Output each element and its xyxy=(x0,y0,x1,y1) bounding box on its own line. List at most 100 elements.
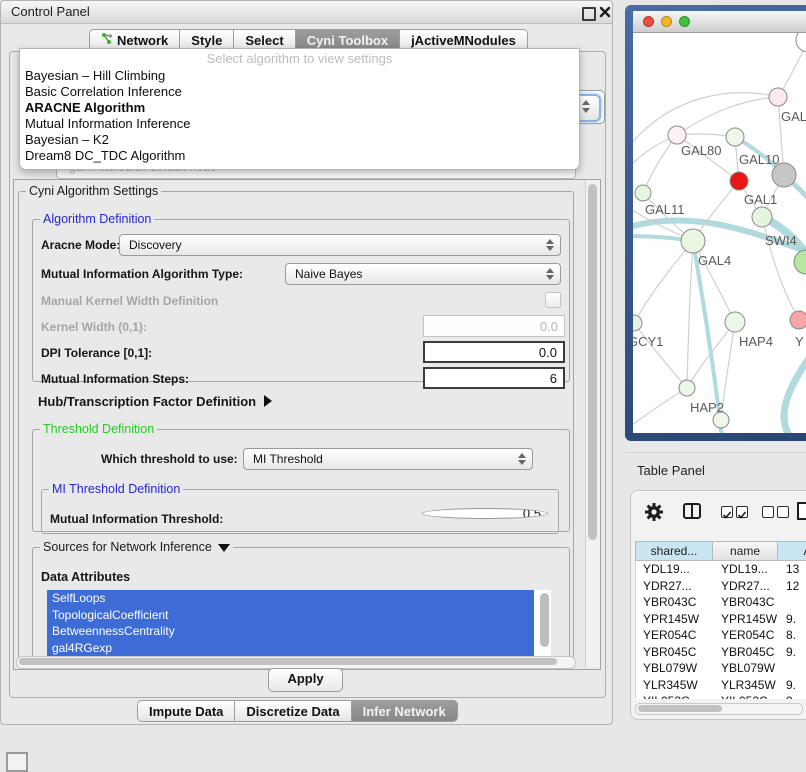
algorithm-option[interactable]: Dream8 DC_TDC Algorithm xyxy=(20,148,579,164)
gear-icon[interactable] xyxy=(643,501,665,528)
attribute-item-selected[interactable]: SelfLoops xyxy=(47,590,534,607)
network-node-hap4[interactable] xyxy=(725,312,745,332)
column-header-name[interactable]: name xyxy=(713,541,778,561)
column-header-a[interactable]: A xyxy=(778,541,806,561)
table-hscrollbar[interactable] xyxy=(635,703,803,715)
table-cell[interactable]: YIL052C xyxy=(636,693,714,699)
table-row[interactable]: YBR045CYBR045C9. xyxy=(636,644,806,661)
table-cell[interactable]: 12 xyxy=(779,578,806,595)
table-row[interactable]: YDR27...YDR27...12 xyxy=(636,578,806,595)
network-node-gal1[interactable] xyxy=(730,172,748,190)
table-cell[interactable]: 9. xyxy=(779,644,806,661)
tab-impute-data[interactable]: Impute Data xyxy=(137,700,235,722)
mi-threshold-field[interactable] xyxy=(422,508,548,519)
unselect-all-icon[interactable] xyxy=(762,506,789,518)
table-cell[interactable]: YER054C xyxy=(714,627,779,644)
export-table-icon[interactable] xyxy=(797,502,806,525)
network-node-gal4[interactable] xyxy=(681,229,705,253)
select-all-icon[interactable] xyxy=(721,506,748,518)
network-node-hap2[interactable] xyxy=(679,380,695,396)
algorithm-option[interactable]: Mutual Information Inference xyxy=(20,116,579,132)
network-node[interactable] xyxy=(772,163,796,187)
table-cell[interactable]: YLR345W xyxy=(714,677,779,694)
algorithm-option[interactable]: Bayesian – Hill Climbing xyxy=(20,68,579,84)
network-node-y[interactable] xyxy=(790,311,806,329)
table-cell[interactable]: YBR043C xyxy=(714,594,779,611)
table-cell[interactable]: YDR27... xyxy=(636,578,714,595)
mi-type-combobox[interactable]: Naive Bayes xyxy=(285,263,561,285)
network-node[interactable] xyxy=(796,33,806,52)
network-node-swi4[interactable] xyxy=(752,207,772,227)
zoom-traffic-light[interactable] xyxy=(679,16,690,27)
settings-vscrollbar-thumb[interactable] xyxy=(588,184,597,540)
table-cell[interactable] xyxy=(779,594,806,611)
sources-group: Sources for Network Inference Data Attri… xyxy=(32,540,570,660)
dock-grip-icon[interactable] xyxy=(6,752,28,772)
network-node-gal11[interactable] xyxy=(635,185,651,201)
table-cell[interactable]: YDL19... xyxy=(636,561,714,578)
close-icon[interactable] xyxy=(598,5,612,19)
table-cell[interactable]: YPR145W xyxy=(636,611,714,628)
network-edge xyxy=(634,323,687,388)
network-canvas[interactable]: GALGAL80GAL10GAL1GAL11SWI4GAL4GCY1HAP4YH… xyxy=(633,33,806,433)
algorithm-option[interactable]: ARACNE Algorithm xyxy=(20,100,579,116)
float-window-icon[interactable] xyxy=(582,7,596,21)
algorithm-option[interactable]: Basic Correlation Inference xyxy=(20,84,579,100)
network-titlebar[interactable] xyxy=(633,11,806,33)
table-row[interactable]: YDL19...YDL19...13 xyxy=(636,561,806,578)
network-node-gcy1[interactable] xyxy=(633,315,642,331)
table-cell[interactable]: 9 xyxy=(779,693,806,699)
table-cell[interactable]: YIL052C xyxy=(714,693,779,699)
apply-button[interactable]: Apply xyxy=(268,668,343,692)
table-row[interactable]: YER054CYER054C8. xyxy=(636,627,806,644)
table-row[interactable]: YIL052CYIL052C9 xyxy=(636,693,806,699)
list-scrollbar-thumb[interactable] xyxy=(540,593,549,647)
column-header-shared[interactable]: shared... xyxy=(635,541,713,561)
expanded-arrow-icon[interactable] xyxy=(218,544,230,552)
table-cell[interactable]: YBL079W xyxy=(714,660,779,677)
tab-infer-network[interactable]: Infer Network xyxy=(352,700,458,722)
network-node-gal80[interactable] xyxy=(668,126,686,144)
table-cell[interactable]: 9. xyxy=(779,611,806,628)
table-cell[interactable]: YBR045C xyxy=(636,644,714,661)
attribute-item-selected[interactable]: BetweennessCentrality xyxy=(47,623,534,640)
mi-threshold-label: Mutual Information Threshold: xyxy=(50,512,223,526)
table-cell[interactable]: YBR043C xyxy=(636,594,714,611)
unchecked-box-icon xyxy=(777,506,789,518)
table-hscrollbar-thumb[interactable] xyxy=(638,705,722,712)
attribute-item-selected[interactable]: gal4RGexp xyxy=(47,640,534,657)
table-cell[interactable]: YBL079W xyxy=(636,660,714,677)
tab-discretize-data[interactable]: Discretize Data xyxy=(235,700,351,722)
mi-steps-field[interactable] xyxy=(423,367,565,389)
table-row[interactable]: YBR043CYBR043C xyxy=(636,594,806,611)
close-traffic-light[interactable] xyxy=(643,16,654,27)
settings-hscrollbar-thumb[interactable] xyxy=(19,658,557,665)
table-row[interactable]: YLR345WYLR345W9. xyxy=(636,677,806,694)
hub-definition-toggle[interactable]: Hub/Transcription Factor Definition xyxy=(38,394,272,409)
attribute-item-selected[interactable]: TopologicalCoefficient xyxy=(47,607,534,624)
network-node-gal10[interactable] xyxy=(726,128,744,146)
table-cell[interactable]: YDR27... xyxy=(714,578,779,595)
network-node[interactable] xyxy=(794,250,806,274)
table-row[interactable]: YPR145WYPR145W9. xyxy=(636,611,806,628)
network-node-gal[interactable] xyxy=(769,88,787,106)
which-threshold-combobox[interactable]: MI Threshold xyxy=(243,448,533,470)
aracne-mode-combobox[interactable]: Discovery xyxy=(119,234,561,256)
algorithm-option[interactable]: Bayesian – K2 xyxy=(20,132,579,148)
table-cell[interactable]: YLR345W xyxy=(636,677,714,694)
table-cell[interactable]: 13 xyxy=(779,561,806,578)
table-cell[interactable]: YDL19... xyxy=(714,561,779,578)
network-node[interactable] xyxy=(713,412,729,428)
table-cell[interactable] xyxy=(779,660,806,677)
data-attributes-list[interactable]: SelfLoopsTopologicalCoefficientBetweenne… xyxy=(47,590,551,660)
table-cell[interactable]: YPR145W xyxy=(714,611,779,628)
table-cell[interactable]: YBR045C xyxy=(714,644,779,661)
table-cell[interactable]: 9. xyxy=(779,677,806,694)
settings-vscrollbar[interactable] xyxy=(585,180,600,667)
columns-icon[interactable] xyxy=(683,503,701,524)
table-cell[interactable]: 8. xyxy=(779,627,806,644)
minimize-traffic-light[interactable] xyxy=(661,16,672,27)
dpi-tolerance-field[interactable] xyxy=(423,341,565,363)
table-cell[interactable]: YER054C xyxy=(636,627,714,644)
table-row[interactable]: YBL079WYBL079W xyxy=(636,660,806,677)
